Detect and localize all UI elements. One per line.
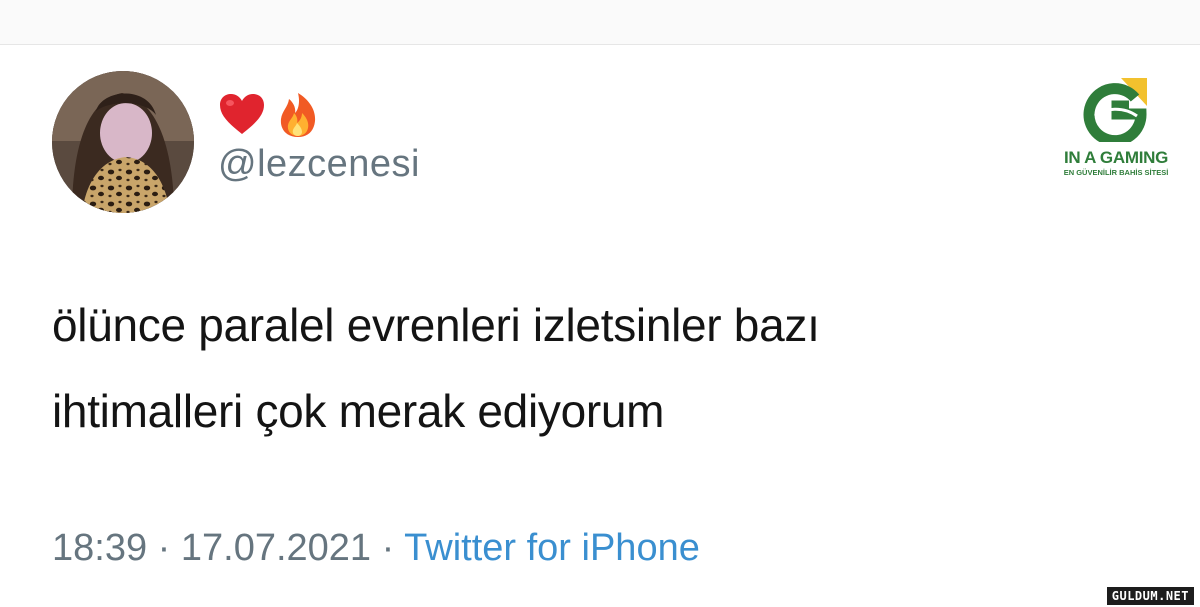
tweet-screenshot: @lezcenesi ölünce paralel evrenleri izle… — [0, 0, 1200, 607]
tweet-text-line: ihtimalleri çok merak ediyorum — [52, 385, 665, 437]
brand-g-icon — [1083, 78, 1147, 142]
watermark: GULDUM.NET — [1106, 587, 1194, 605]
tweet-time[interactable]: 18:39 — [52, 527, 147, 569]
meta-separator: · — [381, 527, 395, 569]
brand-name: IN A GAMING — [1063, 148, 1169, 167]
user-handle[interactable]: @lezcenesi — [218, 143, 420, 186]
avatar[interactable] — [52, 71, 194, 213]
tweet-text: ölünce paralel evrenleri izletsinler baz… — [52, 282, 1052, 454]
tweet-text-line: ölünce paralel evrenleri izletsinler baz… — [52, 299, 820, 351]
fire-icon — [274, 91, 322, 139]
brand-logo: IN A GAMING EN GÜVENİLİR BAHİS SİTESİ — [1044, 76, 1188, 192]
meta-separator: · — [157, 527, 171, 569]
heart-icon — [218, 91, 266, 139]
tweet-source-link[interactable]: Twitter for iPhone — [404, 527, 700, 569]
top-bar — [0, 0, 1200, 45]
tweet-date[interactable]: 17.07.2021 — [181, 527, 371, 569]
tweet-meta: 18:39 · 17.07.2021 · Twitter for iPhone — [52, 527, 700, 570]
brand-tagline: EN GÜVENİLİR BAHİS SİTESİ — [1063, 168, 1169, 177]
display-name — [218, 88, 322, 142]
